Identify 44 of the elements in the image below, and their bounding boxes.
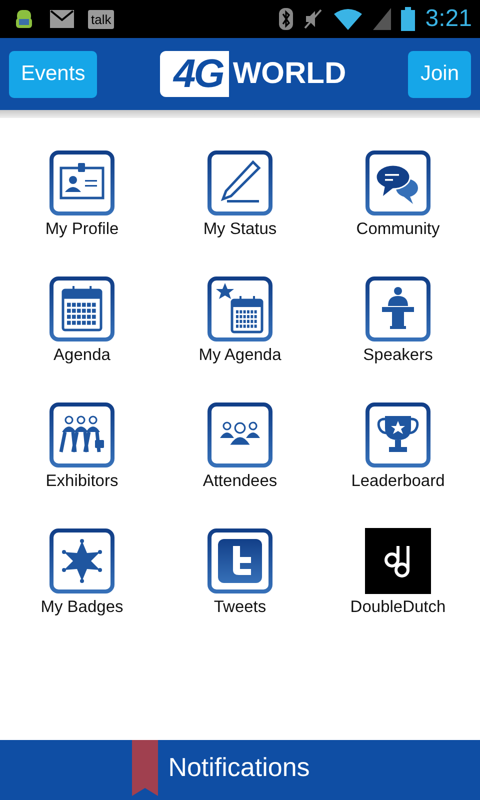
menu-tile[interactable]: My Status <box>161 150 319 276</box>
menu-tile[interactable]: My Profile <box>3 150 161 276</box>
walking-people-icon <box>49 402 115 468</box>
tile-label: My Agenda <box>198 346 282 365</box>
mail-icon <box>50 10 74 28</box>
logo-word: WORLD <box>232 57 346 91</box>
logo-mark: 4G <box>160 51 229 97</box>
talk-icon: talk <box>88 10 114 28</box>
tile-label: Attendees <box>202 472 278 491</box>
menu-tile[interactable]: Speakers <box>319 276 477 402</box>
clock-time: 3:21 <box>425 5 472 33</box>
tile-label: My Badges <box>40 598 124 617</box>
menu-tile[interactable]: Tweets <box>161 528 319 654</box>
wifi-icon <box>333 8 364 30</box>
tile-label: My Status <box>203 220 277 239</box>
tile-label: Leaderboard <box>351 472 445 491</box>
tile-label: Exhibitors <box>46 472 118 491</box>
mute-icon <box>303 8 324 30</box>
menu-tile[interactable]: My Agenda <box>161 276 319 402</box>
group-icon <box>207 402 273 468</box>
trophy-icon <box>365 402 431 468</box>
battery-icon <box>401 7 416 31</box>
tile-label: Agenda <box>54 346 110 365</box>
menu-tile[interactable]: My Badges <box>3 528 161 654</box>
signal-icon <box>373 8 392 30</box>
bluetooth-icon <box>279 8 294 30</box>
menu-tile[interactable]: Exhibitors <box>3 402 161 528</box>
calendar-icon <box>49 276 115 342</box>
podium-icon <box>365 276 431 342</box>
chat-bubbles-icon <box>365 150 431 216</box>
tile-label: Speakers <box>363 346 433 365</box>
tile-label: Tweets <box>214 598 266 617</box>
menu-tile[interactable]: DoubleDutch <box>319 528 477 654</box>
tile-label: Community <box>356 220 440 239</box>
dd-logo-icon <box>365 528 431 594</box>
tile-label: DoubleDutch <box>350 598 446 617</box>
menu-tile[interactable]: Leaderboard <box>319 402 477 528</box>
id-card-icon <box>49 150 115 216</box>
pencil-icon <box>207 150 273 216</box>
menu-tile[interactable]: Attendees <box>161 402 319 528</box>
menu-tile[interactable]: Agenda <box>3 276 161 402</box>
ribbon-icon <box>132 740 158 796</box>
menu-tile[interactable]: Community <box>319 150 477 276</box>
tile-label: My Profile <box>45 220 119 239</box>
